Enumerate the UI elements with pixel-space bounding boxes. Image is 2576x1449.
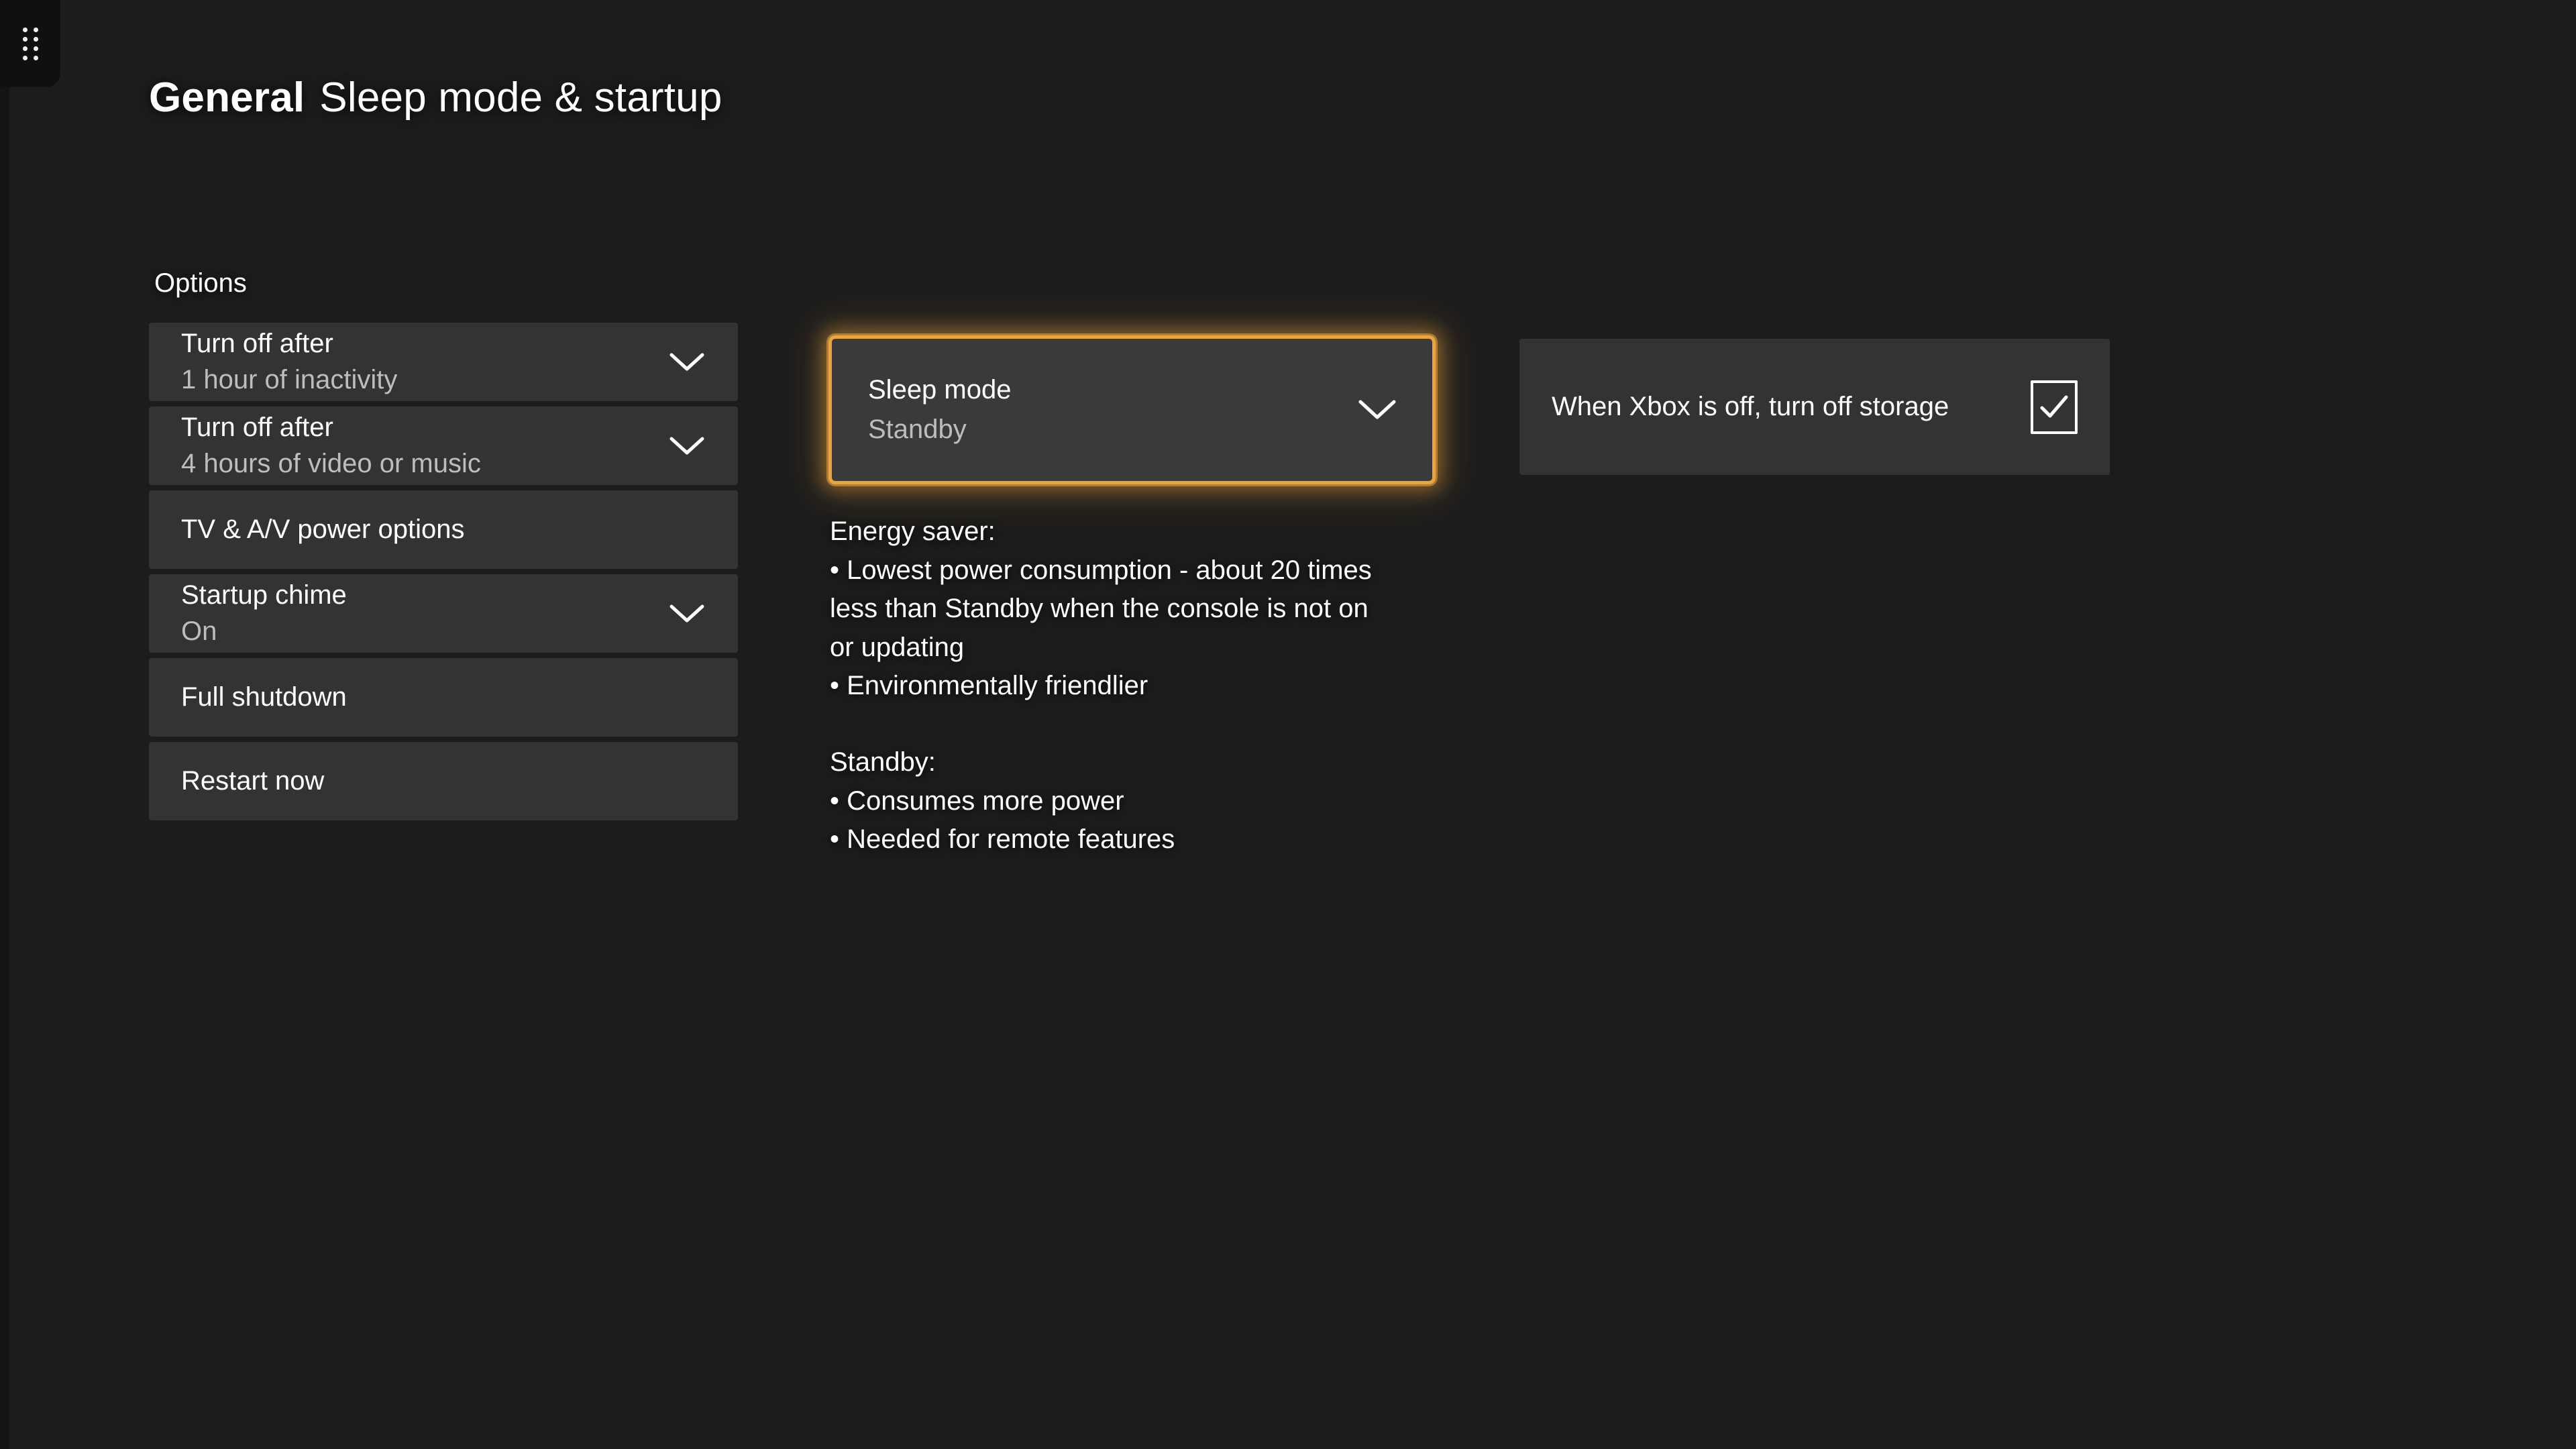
option-card-turn-off-after-inactivity[interactable]: Turn off after 1 hour of inactivity — [149, 323, 738, 401]
options-column: Options Turn off after 1 hour of inactiv… — [149, 268, 738, 826]
standby-bullet-1: • Consumes more power — [830, 782, 1393, 821]
option-card-title: Restart now — [181, 767, 324, 796]
sleep-mode-column: Sleep mode Standby Energy saver: • Lowes… — [828, 335, 1436, 859]
storage-toggle-label: When Xbox is off, turn off storage — [1552, 390, 1949, 423]
option-card-full-shutdown[interactable]: Full shutdown — [149, 658, 738, 737]
energy-saver-bullet-1: • Lowest power consumption - about 20 ti… — [830, 551, 1393, 667]
option-card-title: TV & A/V power options — [181, 515, 464, 544]
drag-handle-dots-icon — [23, 28, 38, 60]
description-group-energy-saver: Energy saver: • Lowest power consumption… — [830, 513, 1393, 706]
option-card-tv-av-power-options[interactable]: TV & A/V power options — [149, 490, 738, 569]
storage-column: When Xbox is off, turn off storage — [1519, 339, 2110, 475]
chevron-down-icon[interactable] — [668, 595, 706, 633]
energy-saver-bullet-2: • Environmentally friendlier — [830, 667, 1393, 706]
option-card-title: Full shutdown — [181, 683, 347, 712]
chevron-down-icon[interactable] — [1358, 391, 1396, 429]
standby-bullet-2: • Needed for remote features — [830, 820, 1393, 859]
drag-handle-panel[interactable] — [0, 0, 60, 87]
standby-heading: Standby: — [830, 743, 1393, 782]
option-card-subtitle: 1 hour of inactivity — [181, 366, 397, 394]
option-card-turn-off-after-video[interactable]: Turn off after 4 hours of video or music — [149, 407, 738, 485]
option-card-title: Startup chime — [181, 581, 347, 610]
page-title: Sleep mode & startup — [319, 74, 722, 121]
sleep-mode-title: Sleep mode — [868, 376, 1011, 405]
option-card-restart-now[interactable]: Restart now — [149, 742, 738, 820]
sleep-mode-description: Energy saver: • Lowest power consumption… — [828, 513, 1393, 859]
description-group-standby: Standby: • Consumes more power • Needed … — [830, 743, 1393, 859]
chevron-down-icon[interactable] — [668, 343, 706, 381]
option-card-title: Turn off after — [181, 329, 397, 358]
energy-saver-heading: Energy saver: — [830, 513, 1393, 551]
option-card-subtitle: On — [181, 617, 347, 646]
option-card-title: Turn off after — [181, 413, 481, 442]
sleep-mode-value: Standby — [868, 415, 1011, 444]
storage-toggle-card[interactable]: When Xbox is off, turn off storage — [1519, 339, 2110, 475]
page-header: General Sleep mode & startup — [149, 74, 722, 121]
option-card-subtitle: 4 hours of video or music — [181, 449, 481, 478]
sleep-mode-dropdown[interactable]: Sleep mode Standby — [828, 335, 1436, 484]
options-section-label: Options — [154, 268, 738, 299]
chevron-down-icon[interactable] — [668, 427, 706, 465]
option-card-startup-chime[interactable]: Startup chime On — [149, 574, 738, 653]
checkbox-checked-icon[interactable] — [2031, 380, 2078, 434]
breadcrumb: General — [149, 74, 305, 121]
left-edge-rail — [0, 0, 9, 1449]
